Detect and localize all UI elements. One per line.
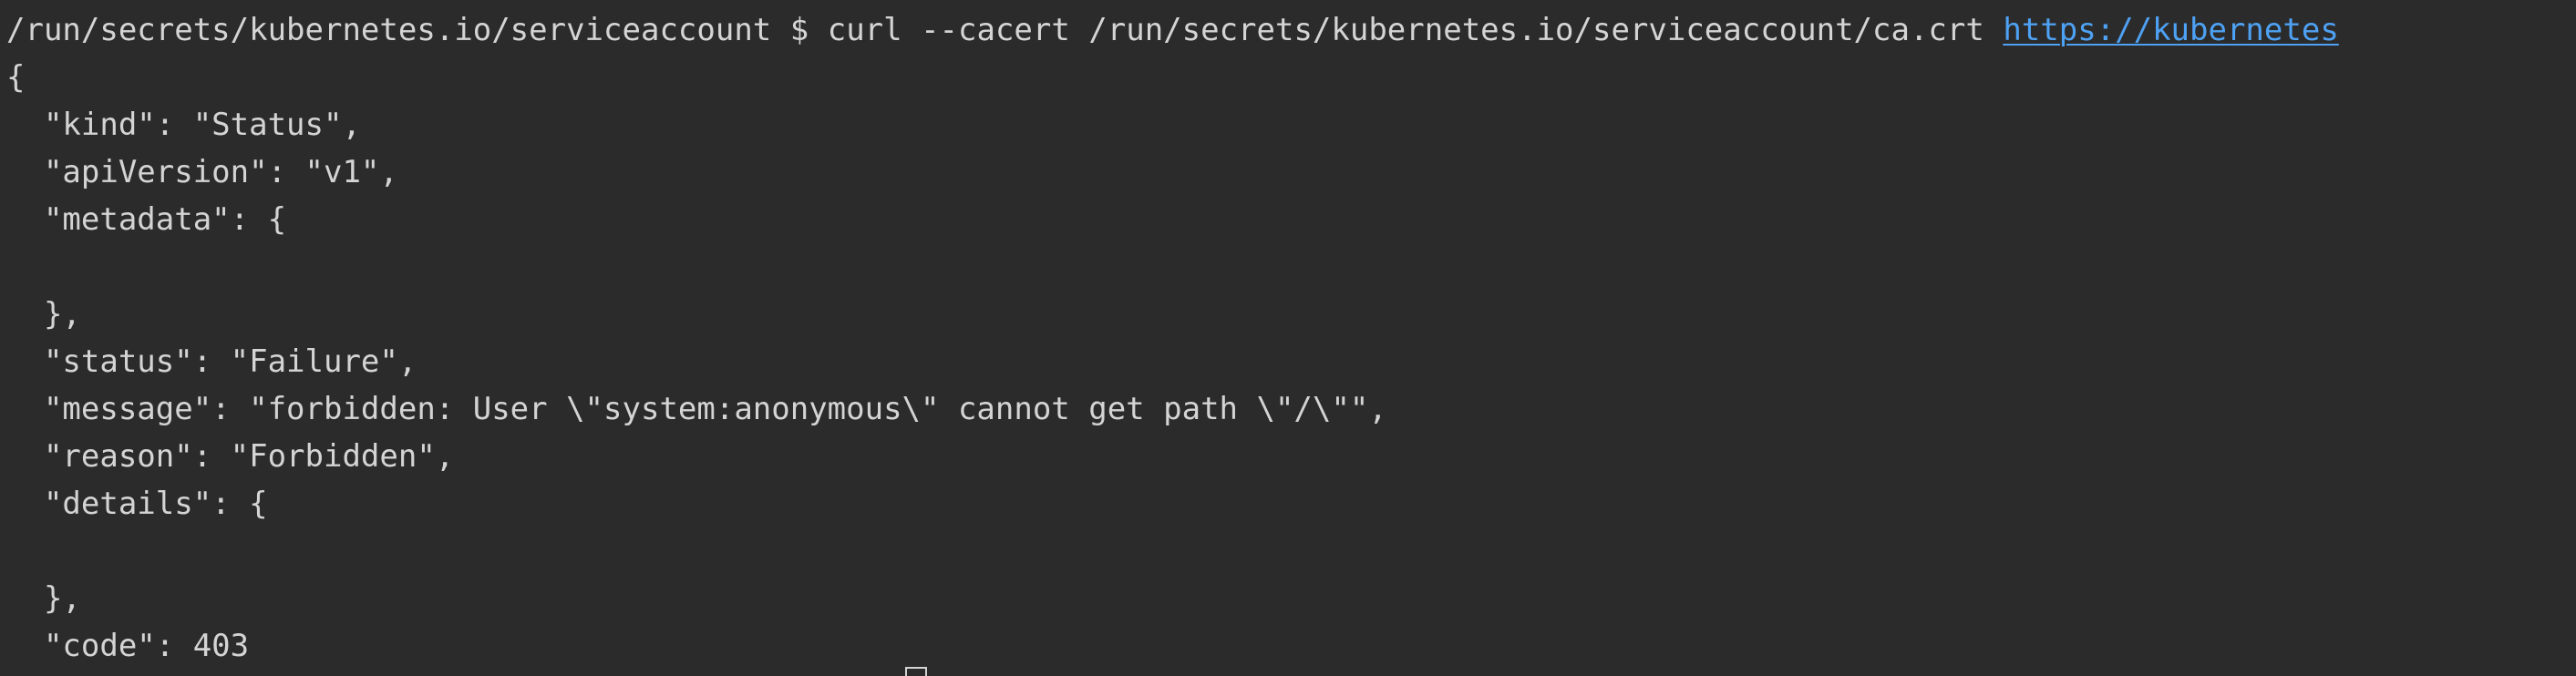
url-link[interactable]: https://kubernetes	[2003, 12, 2338, 48]
prompt-symbol: $	[789, 12, 809, 48]
output-line: "apiVersion": "v1",	[6, 154, 398, 190]
terminal-window[interactable]: /run/secrets/kubernetes.io/serviceaccoun…	[0, 0, 2576, 676]
output-line: "message": "forbidden: User \"system:ano…	[6, 391, 1387, 427]
output-line: "kind": "Status",	[6, 107, 361, 143]
output-line: "status": "Failure",	[6, 343, 417, 380]
output-line: "reason": "Forbidden",	[6, 438, 455, 475]
terminal-cursor	[905, 667, 927, 676]
command-line[interactable]: /run/secrets/kubernetes.io/serviceaccoun…	[6, 6, 2339, 54]
prompt-path: /run/secrets/kubernetes.io/serviceaccoun…	[6, 12, 772, 48]
output-line: "details": {	[6, 486, 268, 522]
output-line: {	[6, 59, 26, 96]
command-text: curl --cacert /run/secrets/kubernetes.io…	[827, 12, 1984, 48]
output-line: "code": 403	[6, 628, 250, 664]
output-line: "metadata": {	[6, 201, 287, 238]
output-line: },	[6, 296, 81, 333]
output-line: },	[6, 580, 81, 617]
